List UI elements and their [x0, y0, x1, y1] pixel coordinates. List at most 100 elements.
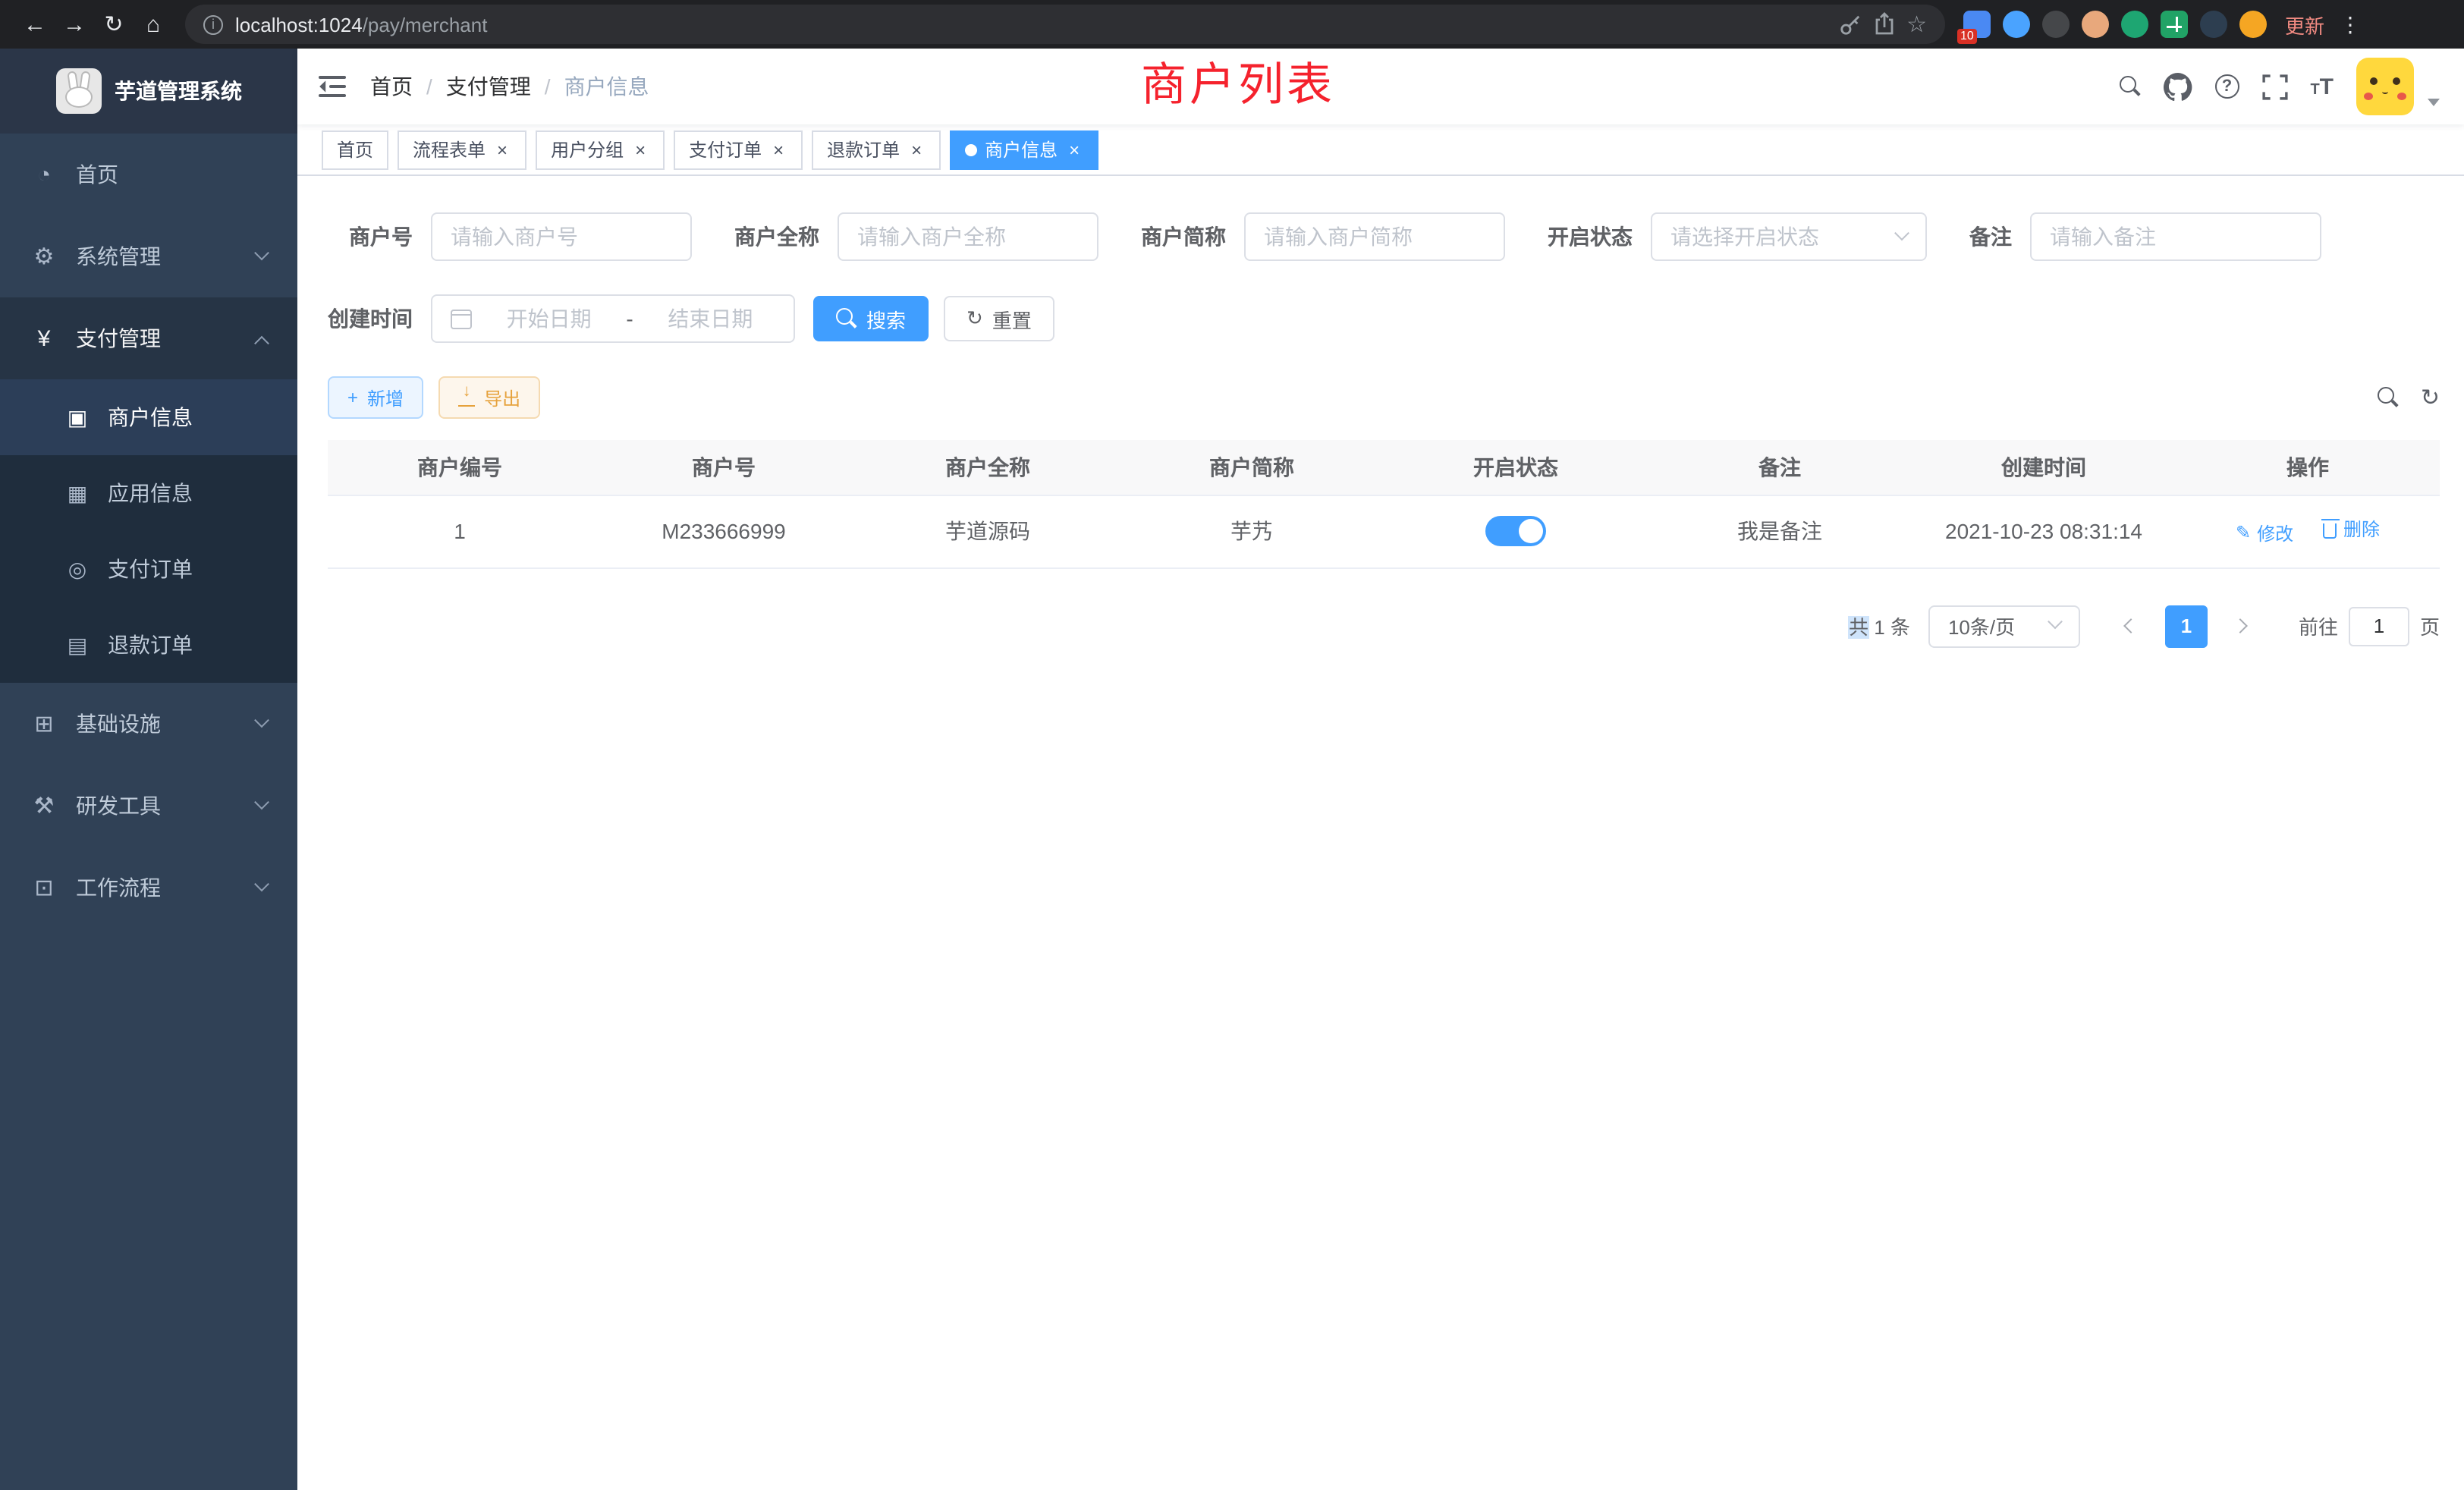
merchant-table: 商户编号 商户号 商户全称 商户简称 开启状态 备注 创建时间 操作 1: [328, 440, 2440, 568]
search-icon[interactable]: [2119, 76, 2140, 97]
extension-green-circle-icon[interactable]: [2121, 11, 2148, 38]
help-icon[interactable]: ?: [2214, 74, 2239, 99]
extension-emoji-icon[interactable]: [2239, 11, 2267, 38]
sidebar-item-infra[interactable]: ⊞ 基础设施: [0, 683, 297, 765]
yen-icon: ¥: [27, 325, 61, 351]
tab-refund-order[interactable]: 退款订单×: [812, 130, 941, 169]
font-size-icon[interactable]: TT: [2310, 75, 2334, 98]
extension-sheets-icon[interactable]: [2161, 11, 2188, 38]
url-bar[interactable]: i localhost:1024/pay/merchant ☆: [185, 5, 1945, 44]
breadcrumb-payment[interactable]: 支付管理: [446, 71, 531, 102]
chrome-menu-icon[interactable]: ⋮: [2337, 11, 2364, 37]
screen: ← → ↻ ⌂ i localhost:1024/pay/merchant ☆ …: [0, 0, 2464, 1490]
status-toggle[interactable]: [1485, 516, 1546, 546]
delete-link[interactable]: 删除: [2324, 517, 2380, 542]
tab-process-form[interactable]: 流程表单×: [398, 130, 526, 169]
breadcrumb-separator: /: [426, 74, 432, 99]
extension-dark-icon[interactable]: [2042, 11, 2070, 38]
status-select[interactable]: 请选择开启状态: [1651, 212, 1927, 261]
tab-merchant-info[interactable]: 商户信息×: [950, 130, 1098, 169]
close-icon[interactable]: ×: [769, 140, 787, 159]
extension-drop-icon[interactable]: [2003, 11, 2030, 38]
chrome-update-button[interactable]: 更新: [2285, 10, 2324, 39]
close-icon[interactable]: ×: [1065, 140, 1083, 159]
order-target-icon: ◎: [61, 556, 94, 582]
sidebar-item-label: 应用信息: [108, 478, 297, 508]
close-icon[interactable]: ×: [907, 140, 926, 159]
refund-doc-icon: ▤: [61, 632, 94, 658]
sidebar: 芋道管理系统 ◔ 首页 ⚙ 系统管理 ¥ 支付管理: [0, 49, 297, 1490]
prev-page-button[interactable]: [2110, 605, 2153, 647]
page-size-select[interactable]: 10条/页: [1928, 605, 2080, 647]
short-name-input[interactable]: [1244, 212, 1505, 261]
share-icon[interactable]: [1873, 12, 1894, 36]
cell-merchant-no: M233666999: [592, 495, 856, 567]
sidebar-item-home[interactable]: ◔ 首页: [0, 134, 297, 215]
app-title: 芋道管理系统: [115, 76, 242, 106]
refresh-icon[interactable]: ↻: [2421, 384, 2440, 411]
fullscreen-icon[interactable]: [2261, 74, 2287, 99]
sidebar-item-label: 支付管理: [76, 323, 241, 354]
page-content: 商户号 商户全称 商户简称 开启状态 请选择开启状态: [297, 176, 2464, 1490]
reset-button[interactable]: ↻重置: [944, 296, 1054, 341]
sidebar-item-payment[interactable]: ¥ 支付管理: [0, 297, 297, 379]
password-key-icon[interactable]: [1838, 13, 1861, 36]
export-button[interactable]: 导出: [438, 376, 540, 419]
tab-home[interactable]: 首页: [322, 130, 388, 169]
page-number-1[interactable]: 1: [2165, 605, 2208, 647]
workflow-icon: ⊡: [27, 874, 61, 901]
edit-link[interactable]: ✎修改: [2236, 520, 2293, 546]
table-row: 1 M233666999 芋道源码 芋艿 我是备注 2021-10-23 08:…: [328, 495, 2440, 567]
sidebar-item-label: 工作流程: [76, 872, 241, 903]
pagination: 共 1 条 10条/页 1 前往 页: [328, 605, 2440, 647]
sidebar-fold-icon[interactable]: [319, 74, 346, 99]
app-logo[interactable]: 芋道管理系统: [0, 49, 297, 134]
close-icon[interactable]: ×: [631, 140, 649, 159]
sidebar-item-app-info[interactable]: ▦ 应用信息: [0, 455, 297, 531]
site-info-icon[interactable]: i: [203, 14, 223, 34]
chevron-down-icon: [1894, 225, 1909, 240]
tab-user-group[interactable]: 用户分组×: [536, 130, 665, 169]
goto-label: 前往: [2299, 611, 2338, 640]
avatar-caret-icon[interactable]: [2428, 99, 2440, 106]
extension-puzzle-icon[interactable]: 10: [1963, 11, 1991, 38]
app-frame: 芋道管理系统 ◔ 首页 ⚙ 系统管理 ¥ 支付管理: [0, 49, 2464, 1490]
add-button[interactable]: +新增: [328, 376, 423, 419]
toggle-search-icon[interactable]: [2378, 387, 2400, 408]
search-button[interactable]: 搜索: [813, 296, 929, 341]
back-icon[interactable]: ←: [15, 5, 55, 44]
sidebar-item-pay-order[interactable]: ◎ 支付订单: [0, 531, 297, 607]
date-range-picker[interactable]: 开始日期 - 结束日期: [431, 294, 795, 343]
main-area: 首页 / 支付管理 / 商户信息 商户列表 ? TT: [297, 49, 2464, 1490]
plus-icon: +: [347, 387, 358, 408]
download-icon: [458, 388, 475, 407]
close-icon[interactable]: ×: [493, 140, 511, 159]
merchant-no-input[interactable]: [431, 212, 692, 261]
tab-pay-order[interactable]: 支付订单×: [674, 130, 803, 169]
sidebar-item-system[interactable]: ⚙ 系统管理: [0, 215, 297, 297]
table-header: 商户编号 商户号 商户全称 商户简称 开启状态 备注 创建时间 操作: [328, 440, 2440, 495]
tools-icon: ⚒: [27, 792, 61, 819]
sidebar-item-workflow[interactable]: ⊡ 工作流程: [0, 847, 297, 929]
extension-pin-icon[interactable]: [2200, 11, 2227, 38]
sidebar-item-merchant-info[interactable]: ▣ 商户信息: [0, 379, 297, 455]
next-page-button[interactable]: [2220, 605, 2262, 647]
reload-icon[interactable]: ↻: [94, 5, 134, 44]
remark-input[interactable]: [2030, 212, 2321, 261]
sidebar-item-refund-order[interactable]: ▤ 退款订单: [0, 607, 297, 683]
full-name-input[interactable]: [838, 212, 1098, 261]
extension-avatar-icon[interactable]: [2082, 11, 2109, 38]
date-separator: -: [626, 306, 633, 331]
rabbit-logo-icon: [55, 68, 101, 114]
sidebar-item-label: 首页: [76, 159, 267, 190]
chevron-right-icon: [2233, 618, 2249, 633]
user-avatar[interactable]: [2356, 58, 2414, 115]
cell-create-time: 2021-10-23 08:31:14: [1912, 495, 2176, 567]
breadcrumb-home[interactable]: 首页: [370, 71, 413, 102]
github-icon[interactable]: [2163, 72, 2192, 101]
home-icon[interactable]: ⌂: [134, 5, 173, 44]
bookmark-star-icon[interactable]: ☆: [1906, 13, 1927, 36]
sidebar-item-devtools[interactable]: ⚒ 研发工具: [0, 765, 297, 847]
forward-icon[interactable]: →: [55, 5, 94, 44]
goto-page-input[interactable]: [2349, 606, 2409, 646]
